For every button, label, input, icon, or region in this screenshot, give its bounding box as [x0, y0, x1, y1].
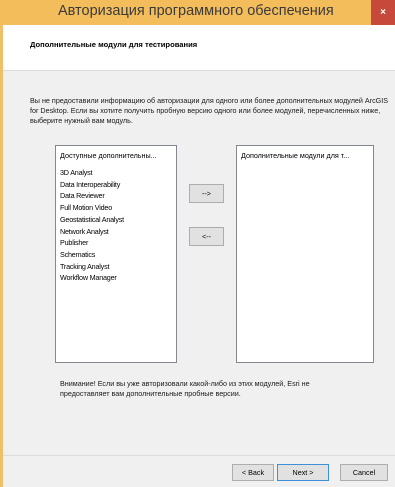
- selected-extensions-list[interactable]: Дополнительные модули для т...: [236, 145, 374, 363]
- available-extensions-list[interactable]: Доступные дополнительны... 3D Analyst Da…: [55, 145, 177, 363]
- list-item[interactable]: Workflow Manager: [60, 272, 124, 284]
- list-item[interactable]: Full Motion Video: [60, 202, 124, 214]
- list-item[interactable]: Data Interoperability: [60, 179, 124, 191]
- cancel-button[interactable]: Cancel: [340, 464, 388, 481]
- close-button[interactable]: ×: [371, 0, 395, 25]
- list-item[interactable]: Geostatistical Analyst: [60, 214, 124, 226]
- description-text: Вы не предоставили информацию об авториз…: [30, 96, 389, 125]
- next-button[interactable]: Next >: [277, 464, 329, 481]
- list-item[interactable]: Publisher: [60, 237, 124, 249]
- close-icon: ×: [380, 7, 386, 18]
- remove-extension-button[interactable]: <--: [189, 227, 224, 246]
- list-item[interactable]: Tracking Analyst: [60, 261, 124, 273]
- available-list-items: 3D Analyst Data Interoperability Data Re…: [60, 167, 124, 284]
- available-list-header[interactable]: Доступные дополнительны...: [60, 151, 157, 160]
- page-title: Дополнительные модули для тестирования: [30, 40, 198, 49]
- selected-list-header[interactable]: Дополнительные модули для т...: [241, 151, 349, 160]
- add-extension-button[interactable]: -->: [189, 184, 224, 203]
- warning-note: Внимание! Если вы уже авторизовали какой…: [60, 379, 310, 398]
- wizard-footer: [3, 456, 395, 487]
- window-title: Авторизация программного обеспечения: [58, 3, 334, 19]
- list-item[interactable]: Schematics: [60, 249, 124, 261]
- window-titlebar[interactable]: Авторизация программного обеспечения ×: [0, 0, 395, 25]
- list-item[interactable]: Data Reviewer: [60, 190, 124, 202]
- back-button[interactable]: < Back: [232, 464, 274, 481]
- list-item[interactable]: 3D Analyst: [60, 167, 124, 179]
- list-item[interactable]: Network Analyst: [60, 226, 124, 238]
